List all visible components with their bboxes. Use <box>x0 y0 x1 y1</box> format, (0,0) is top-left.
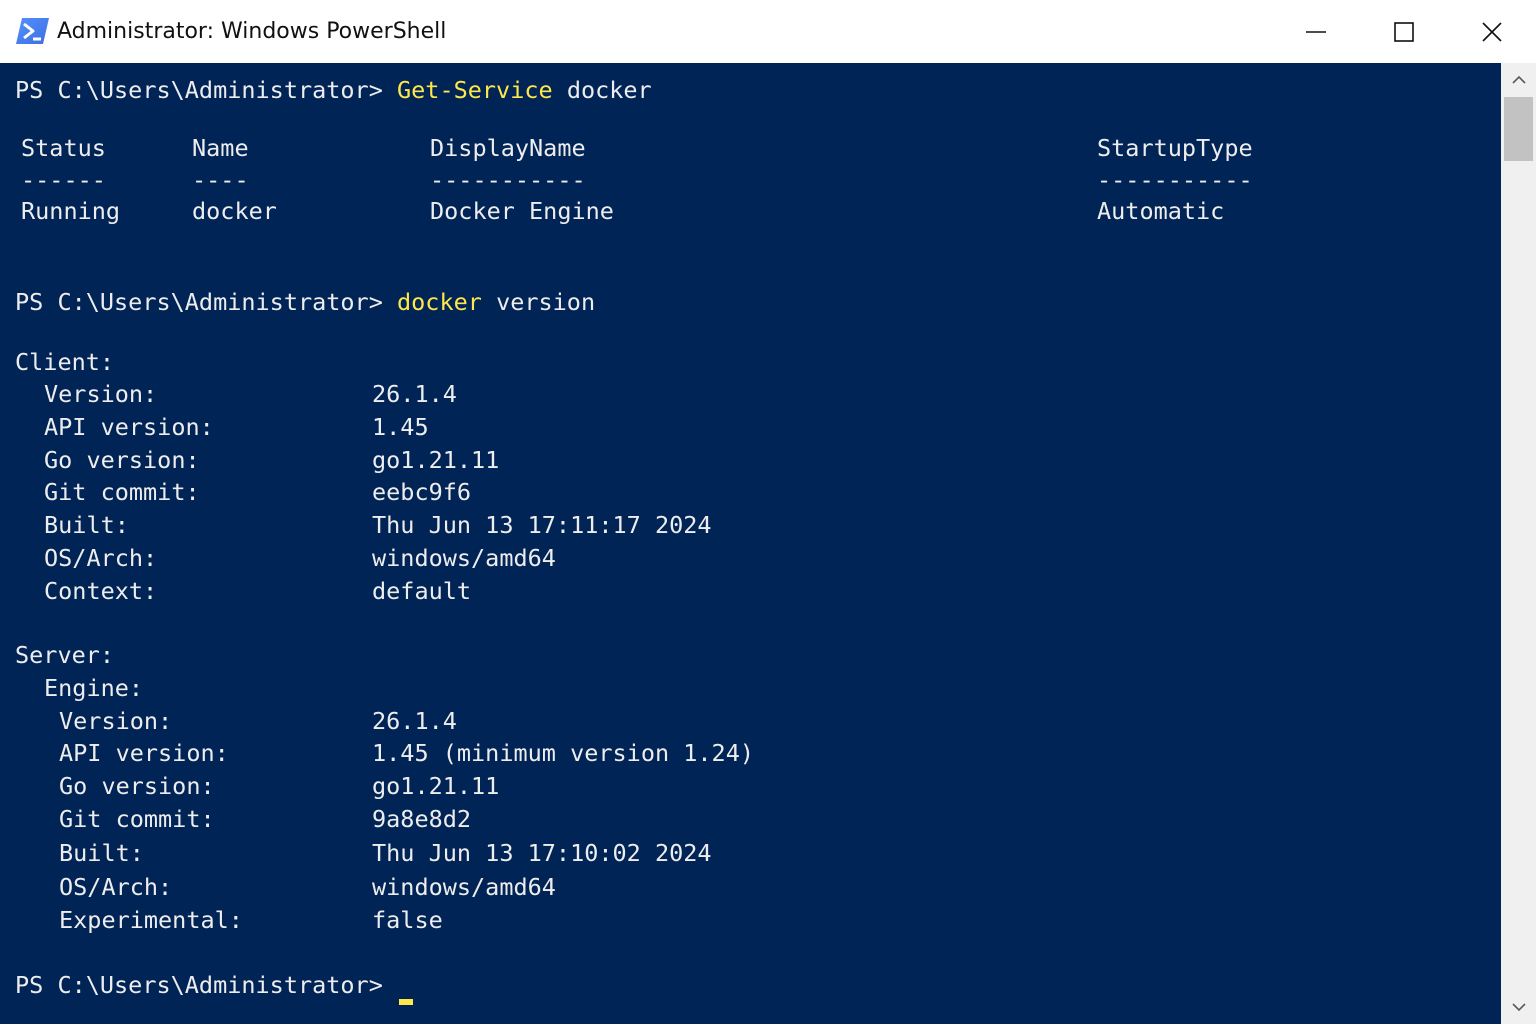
cell-displayname: Docker Engine <box>430 197 614 225</box>
field-value: Thu Jun 13 17:10:02 2024 <box>372 839 712 867</box>
engine-heading: Engine: <box>44 674 144 702</box>
column-header-displayname: DisplayName <box>430 134 586 162</box>
scroll-down-button[interactable] <box>1501 990 1536 1024</box>
maximize-icon <box>1394 21 1414 42</box>
text-cursor <box>399 999 414 1005</box>
minimize-button[interactable] <box>1272 0 1360 63</box>
cell-status: Running <box>21 197 121 225</box>
field-key: OS/Arch: <box>59 873 173 901</box>
field-value: go1.21.11 <box>372 446 500 474</box>
column-header-name: Name <box>192 134 249 162</box>
field-value: 1.45 <box>372 413 429 441</box>
cell-startuptype: Automatic <box>1097 197 1225 225</box>
client-field-row: Context: default <box>0 573 1500 609</box>
field-key: Version: <box>44 380 158 408</box>
server-field-row: Go version: go1.21.11 <box>0 768 1500 804</box>
field-key: Built: <box>59 839 144 867</box>
column-header-startuptype: StartupType <box>1097 134 1253 162</box>
command-line-docker-version: PS C:\Users\Administrator> docker versio… <box>15 284 595 320</box>
field-key: Git commit: <box>59 805 215 833</box>
field-key: Go version: <box>59 772 215 800</box>
table-header-row: Status Name DisplayName StartupType <box>0 130 1500 166</box>
field-value: go1.21.11 <box>372 772 500 800</box>
powershell-icon <box>16 18 49 44</box>
field-key: Version: <box>59 707 173 735</box>
close-icon <box>1482 21 1502 42</box>
server-field-row: Built: Thu Jun 13 17:10:02 2024 <box>0 835 1500 871</box>
client-heading: Client: <box>15 348 115 376</box>
command-args: docker <box>566 76 652 104</box>
console-output[interactable]: PS C:\Users\Administrator> Get-Service d… <box>0 63 1501 1024</box>
field-value: 26.1.4 <box>372 707 457 735</box>
field-key: Git commit: <box>44 478 200 506</box>
field-key: API version: <box>59 739 229 767</box>
field-value: 26.1.4 <box>372 380 457 408</box>
close-button[interactable] <box>1448 0 1536 63</box>
field-value: false <box>372 906 443 934</box>
field-key: Built: <box>44 511 129 539</box>
client-field-row: API version: 1.45 <box>0 409 1500 445</box>
field-key: Go version: <box>44 446 200 474</box>
field-value: 9a8e8d2 <box>372 805 472 833</box>
field-value: Thu Jun 13 17:11:17 2024 <box>372 511 712 539</box>
title-bar[interactable]: Administrator: Windows PowerShell <box>0 0 1536 63</box>
command-line-get-service: PS C:\Users\Administrator> Get-Service d… <box>15 72 652 108</box>
field-key: Experimental: <box>59 906 243 934</box>
client-field-row: Version: 26.1.4 <box>0 376 1500 412</box>
server-heading: Server: <box>15 641 115 669</box>
client-field-row: Built: Thu Jun 13 17:11:17 2024 <box>0 507 1500 543</box>
column-header-status: Status <box>21 134 106 162</box>
server-field-row: Git commit: 9a8e8d2 <box>0 801 1500 837</box>
command-name: docker <box>397 288 482 316</box>
client-field-row: Go version: go1.21.11 <box>0 442 1500 478</box>
scroll-up-arrow-icon <box>1511 75 1526 84</box>
cell-name: docker <box>192 197 277 225</box>
vertical-scrollbar[interactable] <box>1501 63 1536 1024</box>
field-key: Context: <box>44 577 158 605</box>
prompt: PS C:\Users\Administrator> <box>15 288 383 316</box>
current-prompt-line[interactable]: PS C:\Users\Administrator> <box>15 967 414 1005</box>
field-value: 1.45 (minimum version 1.24) <box>372 739 755 767</box>
window-title: Administrator: Windows PowerShell <box>57 19 447 44</box>
command-name: Get-Service <box>397 76 553 104</box>
server-field-row: Experimental: false <box>0 902 1500 938</box>
minimize-icon <box>1306 30 1326 33</box>
scroll-down-arrow-icon <box>1511 1003 1526 1012</box>
server-field-row: Version: 26.1.4 <box>0 703 1500 739</box>
prompt: PS C:\Users\Administrator> <box>15 971 383 999</box>
field-value: windows/amd64 <box>372 544 556 572</box>
client-field-row: Git commit: eebc9f6 <box>0 474 1500 510</box>
maximize-button[interactable] <box>1360 0 1448 63</box>
server-field-row: OS/Arch: windows/amd64 <box>0 869 1500 905</box>
field-value: windows/amd64 <box>372 873 556 901</box>
server-field-row: API version: 1.45 (minimum version 1.24) <box>0 735 1500 771</box>
scroll-up-button[interactable] <box>1501 63 1536 97</box>
command-args: version <box>496 288 596 316</box>
powershell-window: Administrator: Windows PowerShell PS C:\… <box>0 0 1536 1024</box>
field-value: eebc9f6 <box>372 478 472 506</box>
scroll-thumb[interactable] <box>1504 97 1533 161</box>
field-key: API version: <box>44 413 214 441</box>
field-key: OS/Arch: <box>44 544 158 572</box>
table-row: Running docker Docker Engine Automatic <box>0 193 1500 229</box>
client-field-row: OS/Arch: windows/amd64 <box>0 540 1500 576</box>
prompt: PS C:\Users\Administrator> <box>15 76 383 104</box>
field-value: default <box>372 577 472 605</box>
